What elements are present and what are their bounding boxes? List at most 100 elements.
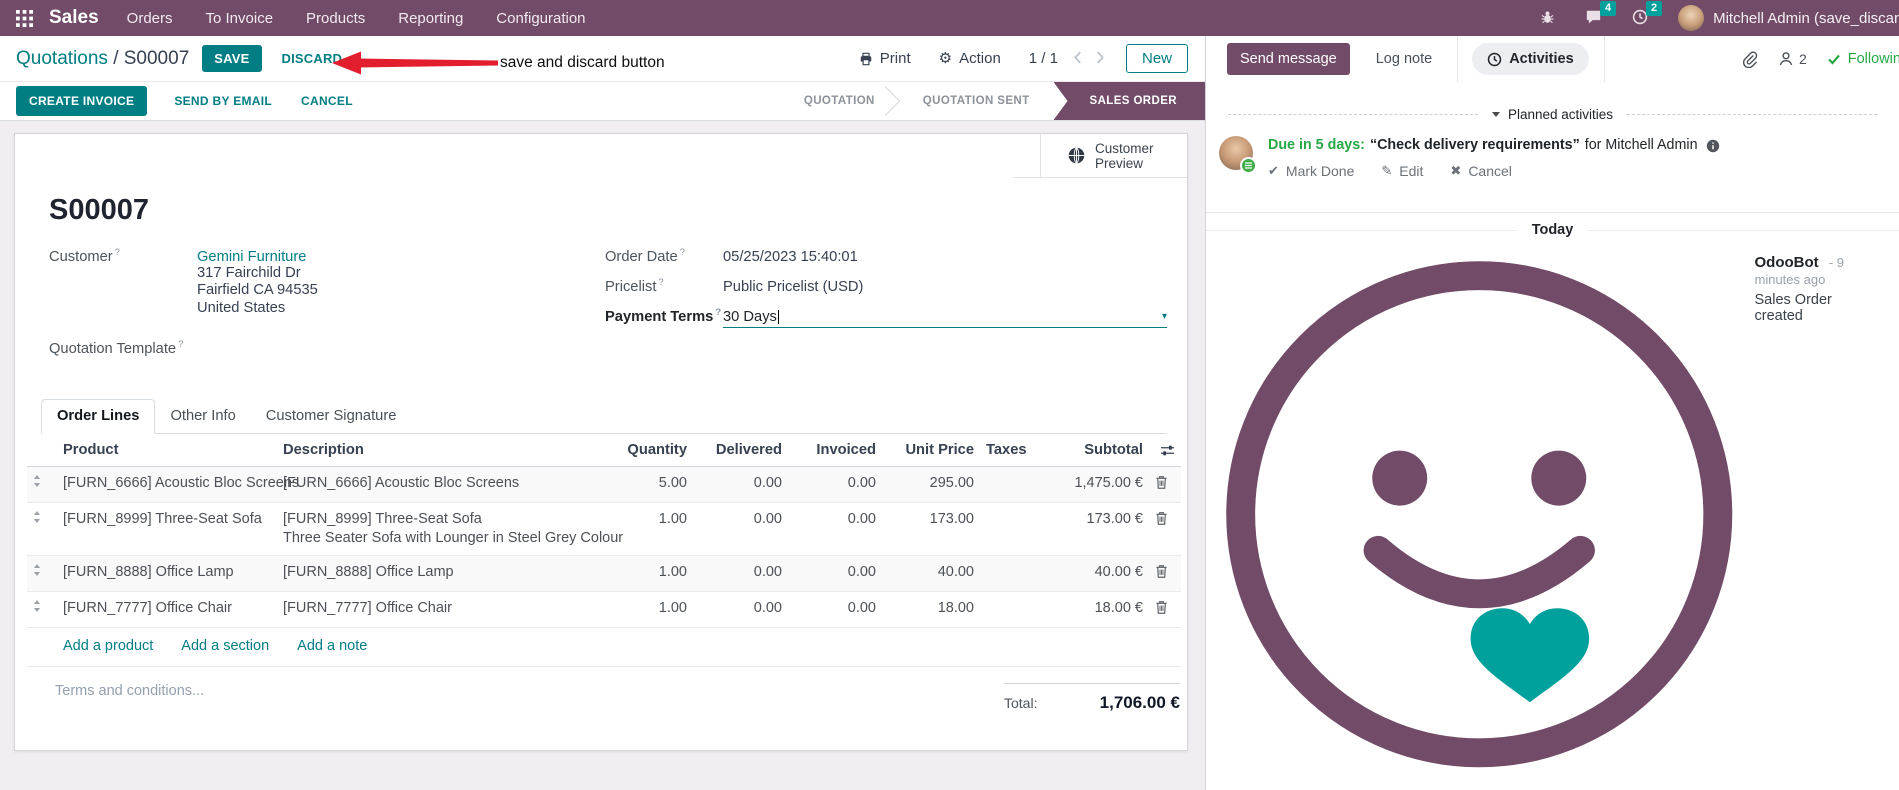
menu-products[interactable]: Products <box>306 10 365 27</box>
order-line-row: [FURN_7777] Office Chair [FURN_7777] Off… <box>27 591 1181 629</box>
new-button[interactable]: New <box>1125 44 1188 73</box>
customer-link[interactable]: Gemini Furniture <box>197 249 306 265</box>
row-handle-cell <box>27 591 57 629</box>
tab-order-lines[interactable]: Order Lines <box>41 399 156 435</box>
menu-reporting[interactable]: Reporting <box>398 10 463 27</box>
mark-done-button[interactable]: ✔ Mark Done <box>1268 163 1354 179</box>
subtotal-column-header: Subtotal <box>1036 434 1149 468</box>
add-a-section-link[interactable]: Add a section <box>181 638 269 654</box>
delete-cell <box>1149 555 1181 593</box>
taxes-cell[interactable] <box>980 591 1036 629</box>
drag-handle-icon[interactable] <box>33 564 41 577</box>
app-name[interactable]: Sales <box>49 7 99 29</box>
product-cell[interactable]: [FURN_7777] Office Chair <box>57 591 277 629</box>
activity-type-badge <box>1240 157 1257 174</box>
cancel-button[interactable]: CANCEL <box>299 86 355 116</box>
edit-activity-button[interactable]: ✎ Edit <box>1381 163 1423 179</box>
status-sales-order[interactable]: SALES ORDER <box>1053 82 1205 120</box>
pager-next-icon[interactable] <box>1089 49 1112 69</box>
unit-price-cell[interactable]: 295.00 <box>882 466 980 504</box>
customer-preview-button[interactable]: Customer Preview <box>1040 134 1187 177</box>
breadcrumb-quotations-link[interactable]: Quotations <box>16 48 108 70</box>
quantity-cell[interactable]: 5.00 <box>601 466 693 504</box>
product-column-header: Product <box>57 434 277 468</box>
activities-button[interactable]: Activities <box>1472 43 1589 75</box>
pricelist-value[interactable]: Public Pricelist (USD) <box>723 279 863 295</box>
invoiced-cell[interactable]: 0.00 <box>788 591 882 629</box>
menu-to-invoice[interactable]: To Invoice <box>206 10 274 27</box>
optional-columns-icon[interactable] <box>1160 444 1175 457</box>
delivered-cell[interactable]: 0.00 <box>693 502 788 557</box>
product-cell[interactable]: [FURN_8999] Three-Seat Sofa <box>57 502 277 557</box>
create-invoice-button[interactable]: CREATE INVOICE <box>16 86 148 116</box>
unit-price-cell[interactable]: 18.00 <box>882 591 980 629</box>
form-sheet: Customer Preview S00007 Customer? Gemini… <box>14 133 1188 751</box>
cancel-activity-button[interactable]: ✖ Cancel <box>1450 163 1512 179</box>
taxes-cell[interactable] <box>980 502 1036 557</box>
messages-icon[interactable]: 4 <box>1585 0 1617 28</box>
product-cell[interactable]: [FURN_6666] Acoustic Bloc Screens <box>57 466 299 504</box>
address-line: Fairfield CA 94535 <box>197 282 318 299</box>
terms-and-conditions-placeholder[interactable]: Terms and conditions... <box>55 683 204 699</box>
save-button[interactable]: SAVE <box>202 45 262 72</box>
drag-handle-icon[interactable] <box>33 475 41 488</box>
planned-activities-toggle[interactable]: Planned activities <box>1222 106 1883 123</box>
log-note-button[interactable]: Log note <box>1366 43 1442 75</box>
description-cell[interactable]: [FURN_7777] Office Chair <box>277 591 601 629</box>
user-name[interactable]: Mitchell Admin (save_discar <box>1713 10 1899 27</box>
drag-handle-icon[interactable] <box>33 600 41 613</box>
discard-button[interactable]: DISCARD <box>274 45 351 72</box>
grid-icon <box>16 9 33 27</box>
quantity-cell[interactable]: 1.00 <box>601 591 693 629</box>
invoiced-cell[interactable]: 0.00 <box>788 502 882 557</box>
unit-price-cell[interactable]: 173.00 <box>882 502 980 557</box>
debug-bug-icon[interactable] <box>1540 9 1555 28</box>
print-button[interactable]: Print <box>859 50 911 67</box>
user-avatar[interactable] <box>1678 5 1705 31</box>
add-a-note-link[interactable]: Add a note <box>297 638 367 654</box>
quantity-cell[interactable]: 1.00 <box>601 555 693 593</box>
main-column: Quotations / S00007 SAVE DISCARD Print ⚙… <box>0 36 1205 790</box>
quantity-cell[interactable]: 1.00 <box>601 502 693 557</box>
invoiced-cell[interactable]: 0.00 <box>788 466 882 504</box>
unit-price-cell[interactable]: 40.00 <box>882 555 980 593</box>
send-by-email-button[interactable]: SEND BY EMAIL <box>172 86 274 116</box>
activities-clock-icon[interactable]: 2 <box>1632 0 1663 28</box>
handle-column-header <box>27 434 57 468</box>
taxes-cell[interactable] <box>980 555 1036 593</box>
chevron-down-icon[interactable]: ▾ <box>1162 311 1167 322</box>
tab-customer-signature[interactable]: Customer Signature <box>251 400 412 433</box>
status-quotation-sent[interactable]: QUOTATION SENT <box>899 82 1054 120</box>
drag-handle-icon[interactable] <box>33 511 41 524</box>
attachment-paperclip-icon[interactable] <box>1741 51 1758 68</box>
apps-grid-icon[interactable] <box>10 6 39 31</box>
info-icon[interactable] <box>1706 139 1720 153</box>
invoiced-column-header: Invoiced <box>788 434 882 468</box>
send-message-button[interactable]: Send message <box>1227 43 1350 75</box>
invoiced-cell[interactable]: 0.00 <box>788 555 882 593</box>
pager-previous-icon[interactable] <box>1066 49 1089 69</box>
followers-button[interactable]: 2 <box>1778 51 1807 67</box>
delivered-cell[interactable]: 0.00 <box>693 466 788 504</box>
product-cell[interactable]: [FURN_8888] Office Lamp <box>57 555 277 593</box>
dashed-line <box>1228 114 1478 115</box>
menu-orders[interactable]: Orders <box>127 10 173 27</box>
trash-icon[interactable] <box>1155 511 1168 526</box>
taxes-cell[interactable] <box>980 466 1036 504</box>
activity-assignee: for Mitchell Admin <box>1584 137 1698 153</box>
delivered-cell[interactable]: 0.00 <box>693 591 788 629</box>
payment-terms-input[interactable]: 30 Days ▾ <box>723 309 1167 328</box>
trash-icon[interactable] <box>1155 600 1168 615</box>
action-button[interactable]: ⚙ Action <box>939 50 1001 67</box>
add-a-product-link[interactable]: Add a product <box>63 638 153 654</box>
description-cell[interactable]: [FURN_6666] Acoustic Bloc Screens <box>277 466 601 504</box>
description-cell[interactable]: [FURN_8999] Three-Seat Sofa Three Seater … <box>277 502 623 557</box>
order-date-value[interactable]: 05/25/2023 15:40:01 <box>723 249 858 265</box>
following-button[interactable]: Following <box>1827 51 1899 67</box>
tab-other-info[interactable]: Other Info <box>155 400 250 433</box>
trash-icon[interactable] <box>1155 564 1168 579</box>
delivered-cell[interactable]: 0.00 <box>693 555 788 593</box>
menu-configuration[interactable]: Configuration <box>496 10 585 27</box>
description-cell[interactable]: [FURN_8888] Office Lamp <box>277 555 601 593</box>
trash-icon[interactable] <box>1155 475 1168 490</box>
